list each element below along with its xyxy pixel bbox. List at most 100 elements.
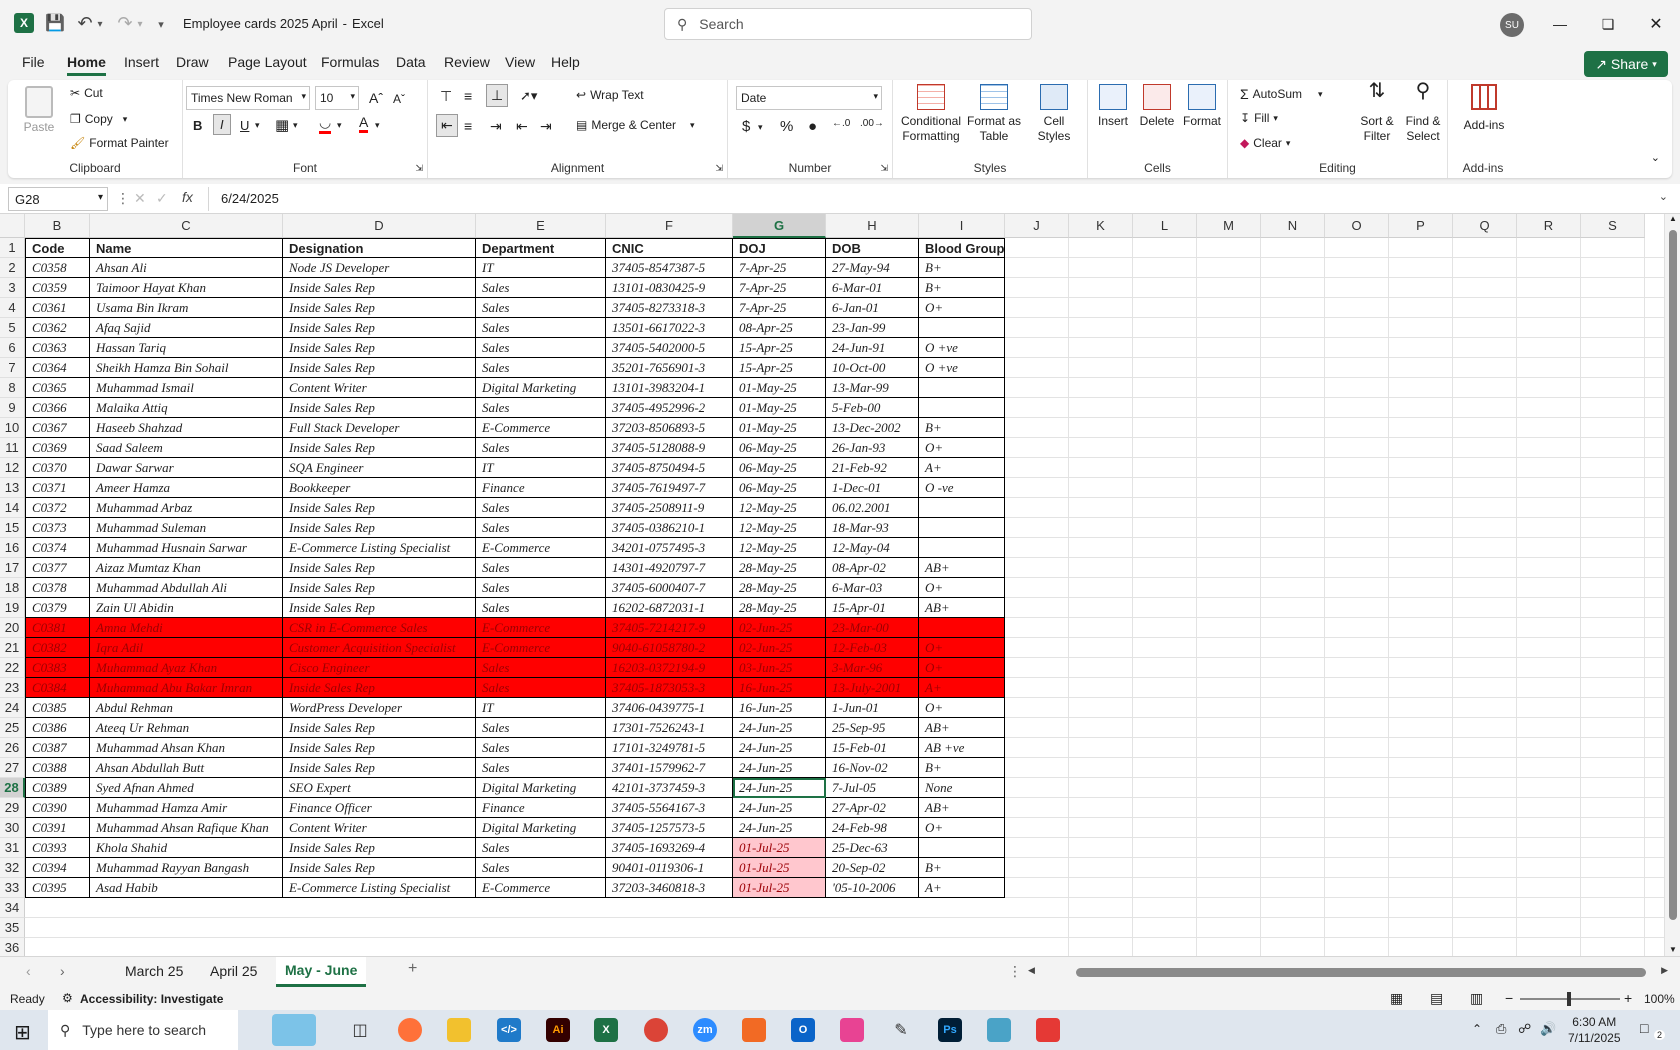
align-middle-icon[interactable]: ≡ [464,88,472,104]
data-cell[interactable]: 13101-0830425-9 [606,278,733,298]
tray-chevron-icon[interactable]: ⌃ [1472,1022,1482,1036]
data-cell[interactable]: Malaika Attiq [90,398,283,418]
volume-icon[interactable]: 🔊 [1540,1021,1556,1037]
header-cell[interactable]: Department [476,238,606,258]
data-cell[interactable]: 13-Mar-99 [826,378,919,398]
data-cell[interactable]: 7-Jul-05 [826,778,919,798]
data-cell[interactable]: C0359 [25,278,90,298]
row-header-11[interactable]: 11 [0,438,25,458]
data-cell[interactable]: Sales [476,518,606,538]
header-cell[interactable]: Name [90,238,283,258]
data-cell[interactable]: B+ [919,418,1005,438]
merge-center-button[interactable]: ▤ Merge & Center ▾ [576,118,695,132]
row-header-27[interactable]: 27 [0,758,25,778]
data-cell[interactable]: 37405-6000407-7 [606,578,733,598]
data-cell[interactable]: Sales [476,558,606,578]
column-header-j[interactable]: J [1005,214,1069,238]
row-header-32[interactable]: 32 [0,858,25,878]
redo-dropdown-icon[interactable]: ▾ [134,14,146,34]
data-cell[interactable]: 01-Jul-25 [733,878,826,898]
data-cell[interactable]: Sales [476,838,606,858]
data-cell[interactable] [919,538,1005,558]
data-cell[interactable]: Ahsan Ali [90,258,283,278]
data-cell[interactable]: Usama Bin Ikram [90,298,283,318]
wrap-text-button[interactable]: ↩ Wrap Text [576,88,644,102]
find-select-button[interactable]: ⚲ Find & Select [1398,81,1448,144]
column-header-o[interactable]: O [1325,214,1389,238]
data-cell[interactable]: Sales [476,498,606,518]
search-highlight-icon[interactable] [272,1014,316,1046]
data-cell[interactable]: 01-May-25 [733,418,826,438]
redo-icon[interactable]: ↷ [114,12,136,34]
data-cell[interactable]: 37405-4952996-2 [606,398,733,418]
data-cell[interactable]: 12-May-25 [733,518,826,538]
data-cell[interactable]: C0367 [25,418,90,438]
data-cell[interactable]: Muhammad Hamza Amir [90,798,283,818]
column-header-i[interactable]: I [919,214,1005,238]
header-cell[interactable]: Blood Group [919,238,1005,258]
data-cell[interactable]: 37203-3460818-3 [606,878,733,898]
data-cell[interactable]: E-Commerce [476,618,606,638]
data-cell[interactable]: Aizaz Mumtaz Khan [90,558,283,578]
data-cell[interactable]: 28-May-25 [733,578,826,598]
data-cell[interactable]: 27-Apr-02 [826,798,919,818]
data-cell[interactable]: Khola Shahid [90,838,283,858]
data-cell[interactable]: Syed Afnan Ahmed [90,778,283,798]
data-cell[interactable]: 24-Jun-25 [733,818,826,838]
data-cell[interactable]: C0362 [25,318,90,338]
data-cell[interactable]: 16-Jun-25 [733,678,826,698]
row-header-9[interactable]: 9 [0,398,25,418]
row-header-25[interactable]: 25 [0,718,25,738]
data-cell[interactable]: AB+ [919,798,1005,818]
column-header-m[interactable]: M [1197,214,1261,238]
data-cell[interactable]: C0358 [25,258,90,278]
data-cell[interactable]: Inside Sales Rep [283,838,476,858]
snipping-tool-icon[interactable] [1036,1018,1060,1042]
column-header-p[interactable]: P [1389,214,1453,238]
row-header-24[interactable]: 24 [0,698,25,718]
sheet-tab-march[interactable]: March 25 [125,963,183,979]
data-cell[interactable]: C0365 [25,378,90,398]
scroll-down-icon[interactable]: ▼ [1669,945,1677,954]
data-cell[interactable]: None [919,778,1005,798]
data-cell[interactable]: 3-Mar-96 [826,658,919,678]
data-cell[interactable]: 02-Jun-25 [733,638,826,658]
data-cell[interactable]: C0366 [25,398,90,418]
data-cell[interactable]: A+ [919,878,1005,898]
data-cell[interactable]: C0382 [25,638,90,658]
data-cell[interactable]: 1-Dec-01 [826,478,919,498]
fill-button[interactable]: ↧ Fill ▾ [1240,111,1278,125]
data-cell[interactable]: 15-Apr-25 [733,338,826,358]
increase-font-icon[interactable]: Aˆ [369,90,383,106]
zoom-slider-thumb[interactable] [1567,992,1571,1006]
row-header-4[interactable]: 4 [0,298,25,318]
data-cell[interactable] [919,518,1005,538]
data-cell[interactable]: 37405-7214217-9 [606,618,733,638]
data-cell[interactable]: C0390 [25,798,90,818]
sort-filter-button[interactable]: ⇅ Sort & Filter [1354,81,1400,144]
data-cell[interactable]: 13-Dec-2002 [826,418,919,438]
tab-view[interactable]: View [505,54,535,70]
prev-sheet-icon[interactable]: ‹ [26,963,31,979]
data-cell[interactable]: B+ [919,858,1005,878]
data-cell[interactable]: 37406-0439775-1 [606,698,733,718]
data-cell[interactable]: 16203-0372194-9 [606,658,733,678]
underline-button[interactable]: U [240,118,249,133]
data-cell[interactable]: 08-Apr-25 [733,318,826,338]
data-cell[interactable]: C0373 [25,518,90,538]
data-cell[interactable]: 37405-5128088-9 [606,438,733,458]
data-cell[interactable]: C0372 [25,498,90,518]
data-cell[interactable]: 25-Sep-95 [826,718,919,738]
column-header-f[interactable]: F [606,214,733,238]
data-cell[interactable]: Iqra Adil [90,638,283,658]
data-cell[interactable]: 37203-8506893-5 [606,418,733,438]
data-cell[interactable]: SEO Expert [283,778,476,798]
data-cell[interactable]: O+ [919,698,1005,718]
undo-icon[interactable]: ↶ [74,12,96,34]
data-cell[interactable]: 6-Mar-03 [826,578,919,598]
data-cell[interactable]: 18-Mar-93 [826,518,919,538]
clock[interactable]: 6:30 AM 7/11/2025 [1568,1014,1621,1046]
data-cell[interactable]: 28-May-25 [733,598,826,618]
tab-page-layout[interactable]: Page Layout [228,54,307,70]
data-cell[interactable]: Inside Sales Rep [283,858,476,878]
